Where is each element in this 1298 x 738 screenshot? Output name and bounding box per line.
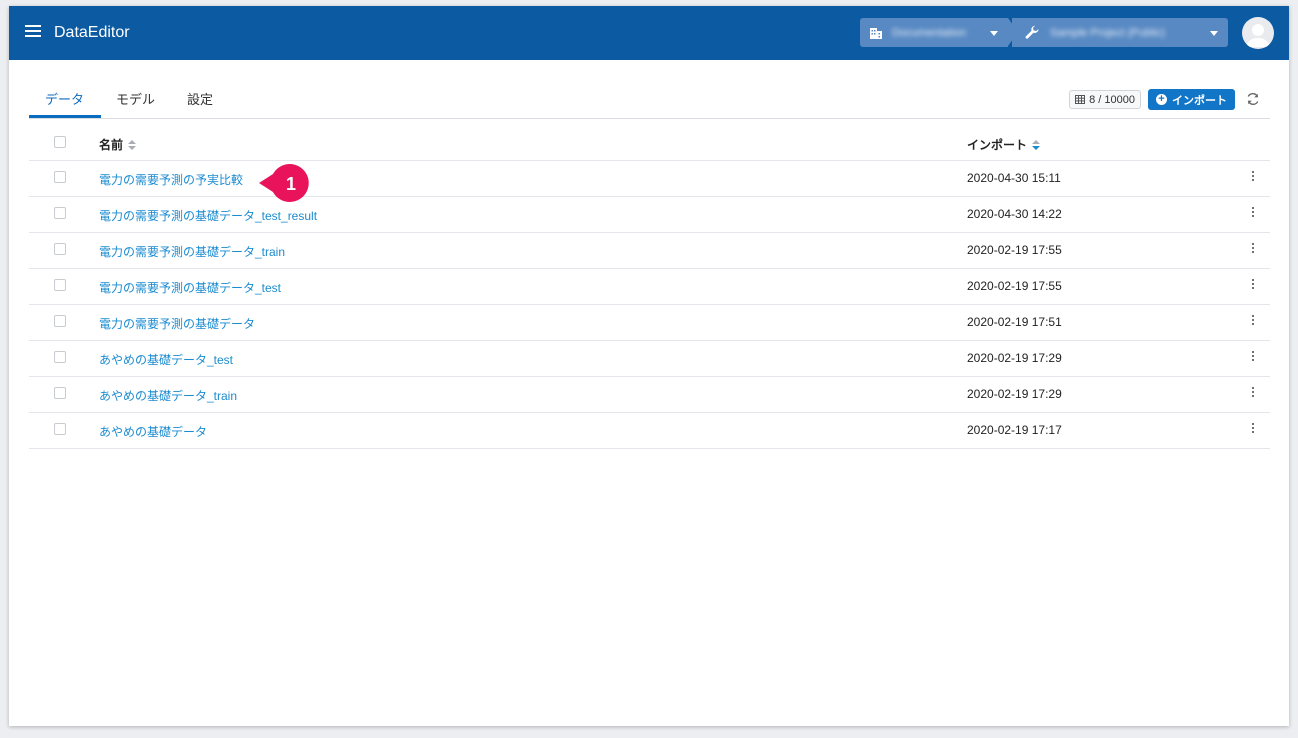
name-column-label: 名前 [99, 138, 124, 152]
data-table: 名前 インポート 電力の需要予測の予実比較 2020-04-30 15:11 電力の… [29, 126, 1270, 449]
import-button[interactable]: + インポート [1148, 89, 1235, 110]
organization-selector[interactable]: Documentation [860, 18, 1008, 47]
hamburger-menu-icon[interactable] [25, 25, 41, 39]
app-title: DataEditor [54, 24, 130, 41]
more-options-icon[interactable] [1250, 315, 1256, 329]
top-bar: DataEditor Documentation Sample Project … [9, 6, 1289, 60]
refresh-icon[interactable] [1246, 92, 1260, 106]
more-options-icon[interactable] [1250, 351, 1256, 365]
app-window: DataEditor Documentation Sample Project … [9, 6, 1289, 726]
import-date: 2020-02-19 17:29 [967, 387, 1062, 401]
row-checkbox[interactable] [54, 243, 66, 255]
import-date: 2020-02-19 17:17 [967, 423, 1062, 437]
dataset-name-link[interactable]: 電力の需要予測の基礎データ_test_result [99, 207, 317, 224]
import-button-label: インポート [1172, 94, 1227, 107]
table-row[interactable]: 電力の需要予測の予実比較 2020-04-30 15:11 [29, 161, 1270, 197]
row-checkbox[interactable] [54, 279, 66, 291]
import-date: 2020-02-19 17:55 [967, 279, 1062, 293]
more-options-icon[interactable] [1250, 243, 1256, 257]
more-options-icon[interactable] [1250, 387, 1256, 401]
row-checkbox[interactable] [54, 387, 66, 399]
dataset-name-link[interactable]: あやめの基礎データ_train [99, 387, 237, 404]
table-row[interactable]: 電力の需要予測の基礎データ_test 2020-02-19 17:55 [29, 269, 1270, 305]
row-checkbox[interactable] [54, 423, 66, 435]
more-options-icon[interactable] [1250, 207, 1256, 221]
import-date: 2020-04-30 15:11 [967, 171, 1061, 185]
table-row[interactable]: 電力の需要予測の基礎データ_test_result 2020-04-30 14:2… [29, 197, 1270, 233]
row-checkbox[interactable] [54, 207, 66, 219]
tab-model[interactable]: モデル [116, 89, 155, 108]
data-quota-badge: 8 / 10000 [1069, 90, 1141, 109]
organization-name: Documentation [892, 26, 966, 39]
row-checkbox[interactable] [54, 315, 66, 327]
import-column-label: インポート [967, 138, 1028, 152]
sort-desc-icon [1032, 139, 1041, 152]
dataset-name-link[interactable]: 電力の需要予測の予実比較 [99, 171, 243, 188]
active-tab-indicator [29, 115, 101, 118]
table-header-row: 名前 インポート [29, 126, 1270, 161]
table-row[interactable]: 電力の需要予測の基礎データ_train 2020-02-19 17:55 [29, 233, 1270, 269]
step-callout: 1 [259, 164, 309, 202]
dataset-name-link[interactable]: 電力の需要予測の基礎データ [99, 315, 255, 332]
sort-icon [128, 139, 137, 152]
more-options-icon[interactable] [1250, 279, 1256, 293]
chevron-down-icon [990, 31, 998, 36]
import-column-header[interactable]: インポート [967, 136, 1041, 153]
tab-data[interactable]: データ [45, 89, 84, 108]
tab-settings[interactable]: 設定 [187, 89, 213, 108]
import-date: 2020-02-19 17:55 [967, 243, 1062, 257]
table-row[interactable]: あやめの基礎データ_train 2020-02-19 17:29 [29, 377, 1270, 413]
building-icon [870, 27, 882, 39]
import-date: 2020-02-19 17:51 [967, 315, 1062, 329]
table-row[interactable]: あやめの基礎データ 2020-02-19 17:17 [29, 413, 1270, 449]
name-column-header[interactable]: 名前 [99, 136, 137, 153]
user-icon [1246, 24, 1270, 47]
table-row[interactable]: あやめの基礎データ_test 2020-02-19 17:29 [29, 341, 1270, 377]
select-all-checkbox[interactable] [54, 136, 66, 148]
table-icon [1075, 95, 1086, 104]
callout-number: 1 [286, 174, 296, 194]
dataset-name-link[interactable]: あやめの基礎データ [99, 423, 207, 440]
project-selector[interactable]: Sample Project (Public) [1012, 18, 1228, 47]
wrench-icon [1025, 25, 1039, 39]
user-avatar[interactable] [1242, 17, 1274, 49]
project-name: Sample Project (Public) [1050, 26, 1165, 39]
callout-badge [259, 164, 309, 202]
chevron-down-icon [1210, 31, 1218, 36]
import-date: 2020-04-30 14:22 [967, 207, 1062, 221]
more-options-icon[interactable] [1250, 171, 1256, 185]
dataset-name-link[interactable]: 電力の需要予測の基礎データ_test [99, 279, 281, 296]
row-checkbox[interactable] [54, 351, 66, 363]
more-options-icon[interactable] [1250, 423, 1256, 437]
quota-text: 8 / 10000 [1089, 93, 1135, 106]
row-checkbox[interactable] [54, 171, 66, 183]
dataset-name-link[interactable]: あやめの基礎データ_test [99, 351, 233, 368]
plus-circle-icon: + [1156, 94, 1167, 105]
table-row[interactable]: 電力の需要予測の基礎データ 2020-02-19 17:51 [29, 305, 1270, 341]
import-date: 2020-02-19 17:29 [967, 351, 1062, 365]
dataset-name-link[interactable]: 電力の需要予測の基礎データ_train [99, 243, 285, 260]
